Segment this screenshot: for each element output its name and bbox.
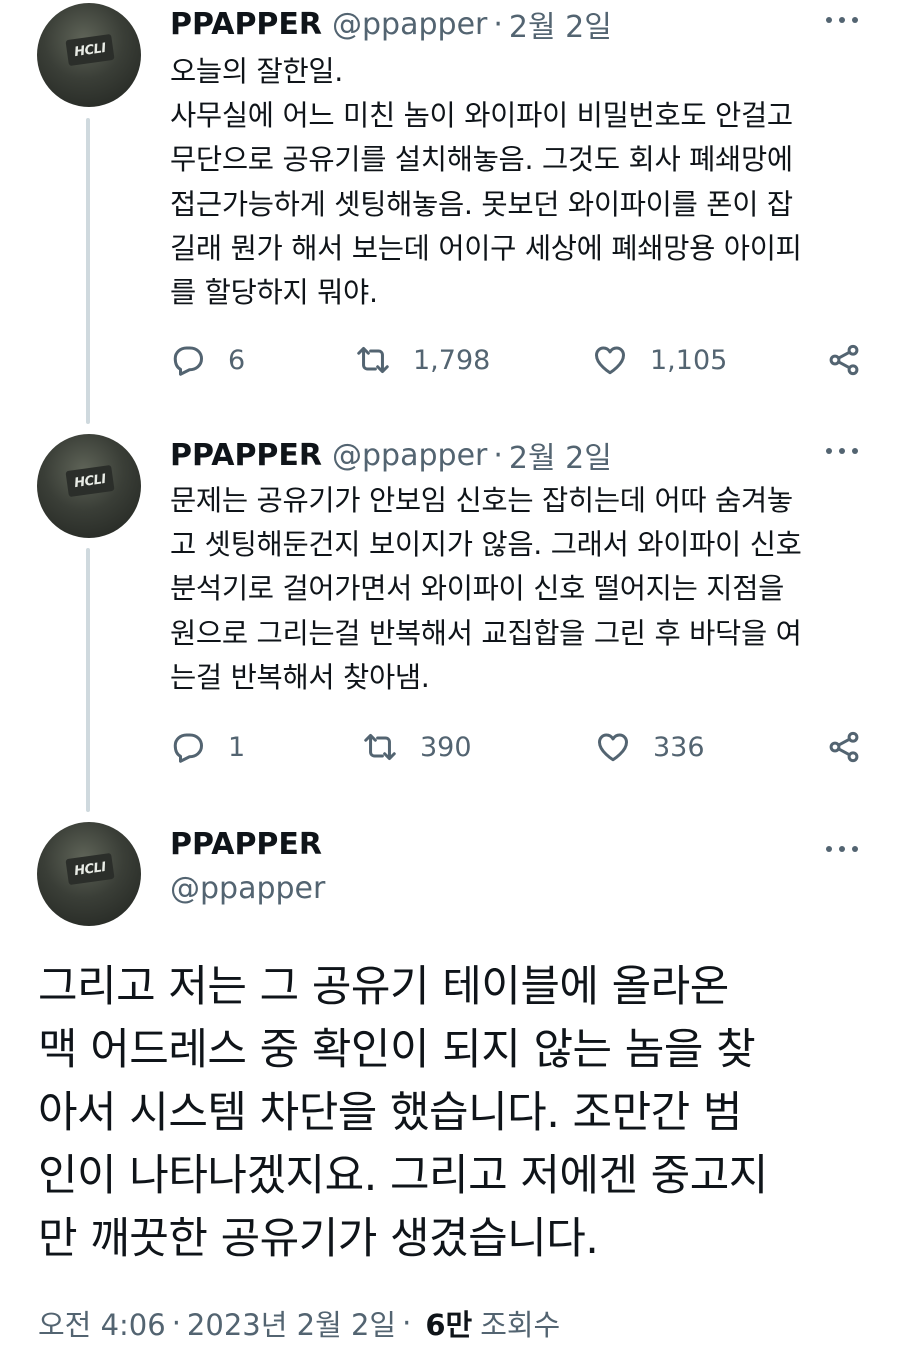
tweet-actions: 1 390 336 bbox=[170, 729, 862, 769]
tweet-meta: 오전 4:06 · 2023년 2월 2일 · 6만 조회수 bbox=[38, 1302, 560, 1344]
tweet-actions: 6 1,798 1,105 bbox=[170, 342, 862, 382]
tweet-text: 오늘의 잘한일. 사무실에 어느 미친 놈이 와이파이 비밀번호도 안걸고 무단… bbox=[170, 55, 802, 310]
reply-button[interactable]: 6 bbox=[170, 342, 245, 378]
thread-line-1 bbox=[86, 118, 90, 424]
tweet-header: PPAPPER @ppapper · 2월 2일 bbox=[170, 433, 862, 477]
share-button[interactable] bbox=[826, 342, 862, 378]
more-options-icon[interactable] bbox=[822, 837, 862, 861]
heart-icon bbox=[598, 733, 628, 762]
avatar-patch: HCLI bbox=[65, 464, 115, 498]
avatar-patch: HCLI bbox=[65, 852, 115, 886]
views-count: 6만 bbox=[425, 1308, 473, 1342]
reply-count: 1 bbox=[228, 731, 246, 763]
tweet-date[interactable]: 2월 2일 bbox=[509, 2, 612, 46]
share-button[interactable] bbox=[826, 729, 862, 765]
main-tweet-text: 그리고 저는 그 공유기 테이블에 올라온 맥 어드레스 중 확인이 되지 않는… bbox=[38, 962, 768, 1264]
user-handle[interactable]: @ppapper bbox=[332, 7, 487, 42]
avatar[interactable]: HCLI bbox=[37, 822, 141, 926]
separator-dot: · bbox=[493, 6, 503, 42]
separator-dot: · bbox=[493, 437, 503, 473]
retweet-count: 390 bbox=[420, 731, 472, 763]
display-name[interactable]: PPAPPER bbox=[170, 438, 322, 473]
like-count: 1,105 bbox=[650, 344, 728, 376]
retweet-button[interactable]: 1,798 bbox=[355, 342, 490, 378]
reply-button[interactable]: 1 bbox=[170, 729, 245, 765]
heart-icon bbox=[595, 346, 625, 375]
avatar[interactable]: HCLI bbox=[37, 434, 141, 538]
tweet-text: 문제는 공유기가 안보임 신호는 잡히는데 어따 숨겨놓 고 셋팅해둔건지 보이… bbox=[170, 484, 802, 694]
display-name[interactable]: PPAPPER bbox=[170, 7, 322, 42]
like-button[interactable]: 1,105 bbox=[592, 342, 727, 378]
tweet-time[interactable]: 오전 4:06 bbox=[38, 1302, 166, 1344]
tweet-header: PPAPPER @ppapper · 2월 2일 bbox=[170, 2, 862, 46]
reply-icon bbox=[173, 346, 203, 376]
thread-line-2 bbox=[86, 548, 90, 812]
more-options-icon[interactable] bbox=[822, 439, 862, 463]
reply-count: 6 bbox=[228, 344, 246, 376]
like-count: 336 bbox=[653, 731, 705, 763]
views-label: 조회수 bbox=[480, 1308, 561, 1342]
separator-dot: · bbox=[402, 1306, 412, 1340]
share-icon bbox=[829, 344, 859, 376]
separator-dot: · bbox=[171, 1306, 181, 1340]
user-handle[interactable]: @ppapper bbox=[332, 438, 487, 473]
retweet-count: 1,798 bbox=[413, 344, 491, 376]
retweet-icon bbox=[364, 733, 396, 761]
avatar[interactable]: HCLI bbox=[37, 3, 141, 107]
tweet-date[interactable]: 2월 2일 bbox=[509, 433, 612, 477]
avatar-patch: HCLI bbox=[65, 33, 115, 67]
retweet-button[interactable]: 390 bbox=[362, 729, 472, 765]
like-button[interactable]: 336 bbox=[595, 729, 705, 765]
more-options-icon[interactable] bbox=[822, 8, 862, 32]
user-handle[interactable]: @ppapper bbox=[170, 871, 325, 906]
retweet-icon bbox=[357, 346, 389, 374]
share-icon bbox=[829, 731, 859, 763]
reply-icon bbox=[173, 733, 203, 763]
main-tweet-header: PPAPPER @ppapper bbox=[170, 827, 862, 917]
display-name[interactable]: PPAPPER bbox=[170, 827, 322, 862]
tweet-full-date[interactable]: 2023년 2월 2일 bbox=[187, 1302, 396, 1344]
